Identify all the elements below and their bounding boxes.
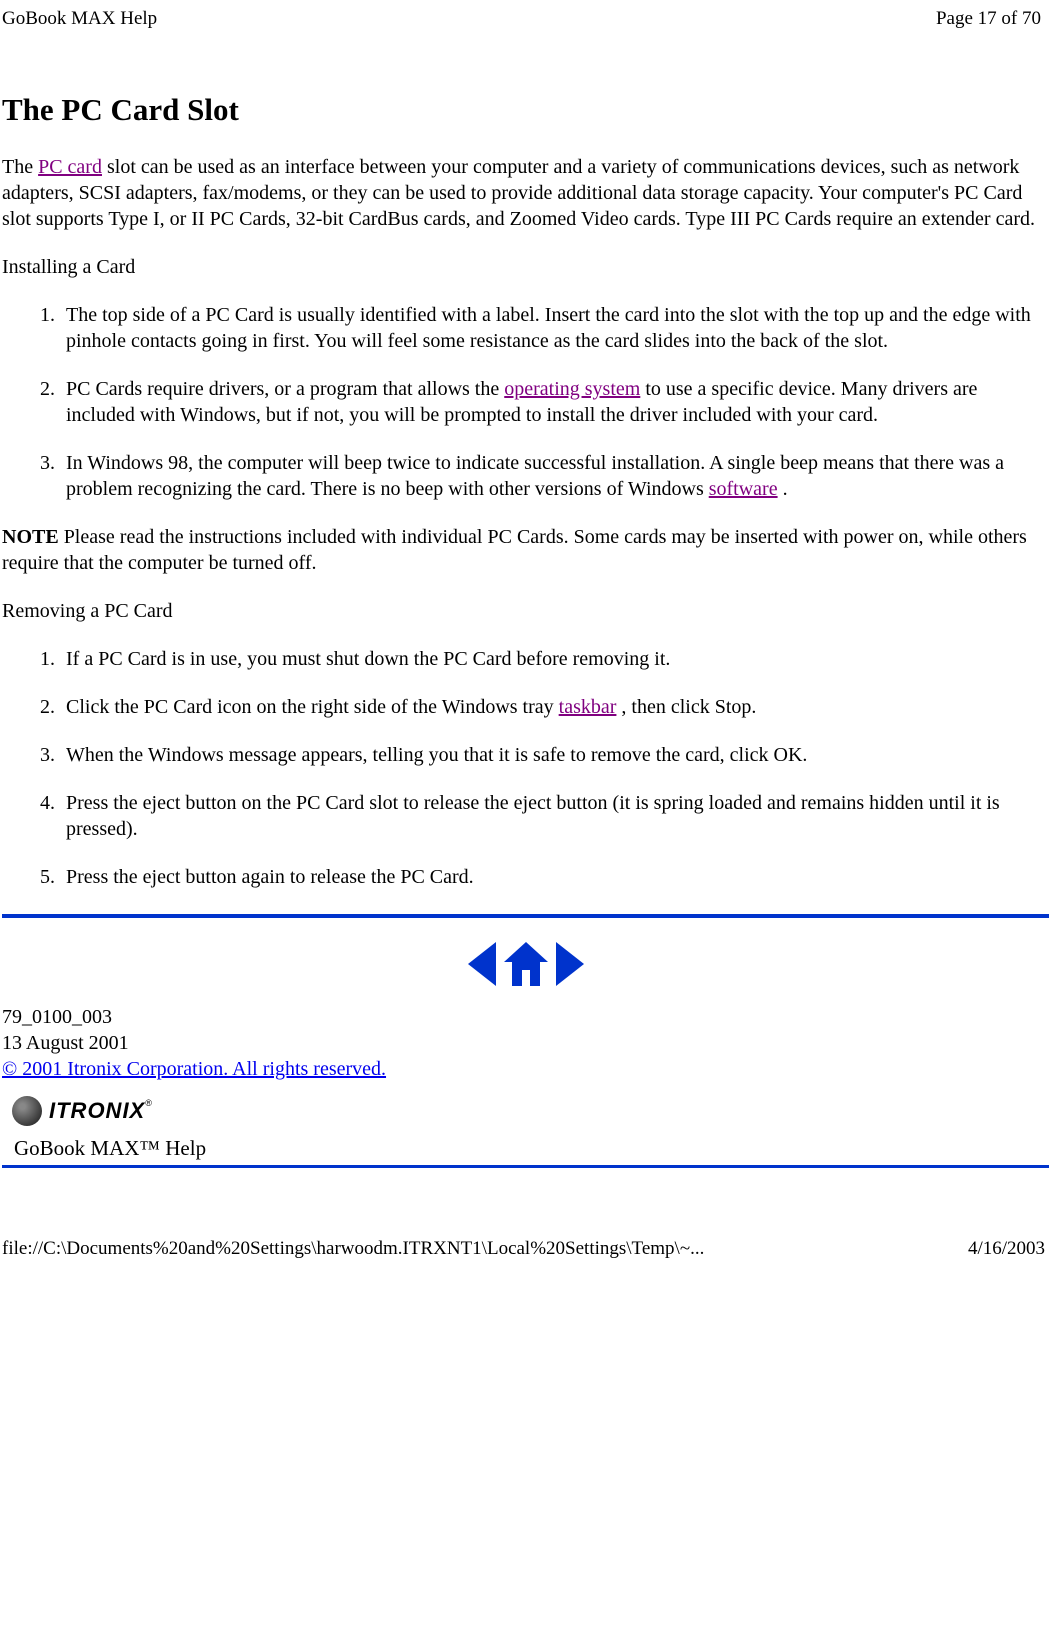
note-label: NOTE — [2, 526, 59, 548]
removing-step-3: When the Windows message appears, tellin… — [60, 742, 1049, 768]
taskbar-link[interactable]: taskbar — [559, 696, 617, 718]
software-link[interactable]: software — [709, 478, 778, 500]
doc-id: 79_0100_003 — [2, 1006, 112, 1028]
globe-icon — [12, 1096, 42, 1126]
installing-step-2: PC Cards require drivers, or a program t… — [60, 376, 1049, 428]
divider-top — [2, 914, 1049, 918]
home-roof-shape — [504, 942, 548, 962]
doc-reference: 79_0100_003 13 August 2001 © 2001 Itroni… — [2, 1004, 1049, 1082]
nav-next-icon[interactable] — [556, 942, 584, 986]
doc-date: 13 August 2001 — [2, 1032, 129, 1054]
page-footer: file://C:\Documents%20and%20Settings\har… — [0, 1170, 1051, 1270]
print-date: 4/16/2003 — [968, 1238, 1045, 1260]
copyright-link[interactable]: © 2001 Itronix Corporation. All rights r… — [2, 1058, 386, 1080]
file-path: file://C:\Documents%20and%20Settings\har… — [2, 1238, 704, 1260]
help-product-title: GoBook MAX™ Help — [14, 1136, 1049, 1161]
itronix-logo: ITRONIX® — [12, 1096, 1049, 1126]
step3-post: . — [778, 478, 788, 500]
divider-bottom — [2, 1165, 1049, 1168]
page-number: Page 17 of 70 — [936, 8, 1041, 30]
main-content: The PC Card Slot The PC card slot can be… — [0, 92, 1051, 1168]
installing-list: The top side of a PC Card is usually ide… — [2, 302, 1049, 502]
nav-prev-icon[interactable] — [468, 942, 496, 986]
removing-step-2: Click the PC Card icon on the right side… — [60, 694, 1049, 720]
removing-step-5: Press the eject button again to release … — [60, 864, 1049, 890]
nav-icon-group — [2, 942, 1049, 986]
removing-step-4: Press the eject button on the PC Card sl… — [60, 790, 1049, 842]
intro-paragraph: The PC card slot can be used as an inter… — [2, 154, 1049, 232]
note-text: Please read the instructions included wi… — [2, 526, 1027, 574]
installing-step-3: In Windows 98, the computer will beep tw… — [60, 450, 1049, 502]
step3-pre: In Windows 98, the computer will beep tw… — [66, 452, 1004, 500]
home-door-shape — [522, 970, 530, 986]
note-paragraph: NOTE Please read the instructions includ… — [2, 524, 1049, 576]
step2-pre: PC Cards require drivers, or a program t… — [66, 378, 504, 400]
doc-title: GoBook MAX Help — [2, 8, 157, 30]
installing-label: Installing a Card — [2, 254, 1049, 280]
page-title: The PC Card Slot — [2, 92, 1049, 128]
operating-system-link[interactable]: operating system — [504, 378, 640, 400]
intro-pre: The — [2, 156, 38, 178]
removing-label: Removing a PC Card — [2, 598, 1049, 624]
removing-step-1: If a PC Card is in use, you must shut do… — [60, 646, 1049, 672]
pc-card-link[interactable]: PC card — [38, 156, 102, 178]
page-header: GoBook MAX Help Page 17 of 70 — [0, 0, 1051, 34]
nav-home-icon[interactable] — [504, 942, 548, 986]
installing-step-1: The top side of a PC Card is usually ide… — [60, 302, 1049, 354]
removing-list: If a PC Card is in use, you must shut do… — [2, 646, 1049, 890]
rstep2-post: , then click Stop. — [616, 696, 756, 718]
rstep2-pre: Click the PC Card icon on the right side… — [66, 696, 559, 718]
intro-post: slot can be used as an interface between… — [2, 156, 1035, 230]
logo-text: ITRONIX® — [49, 1098, 153, 1124]
